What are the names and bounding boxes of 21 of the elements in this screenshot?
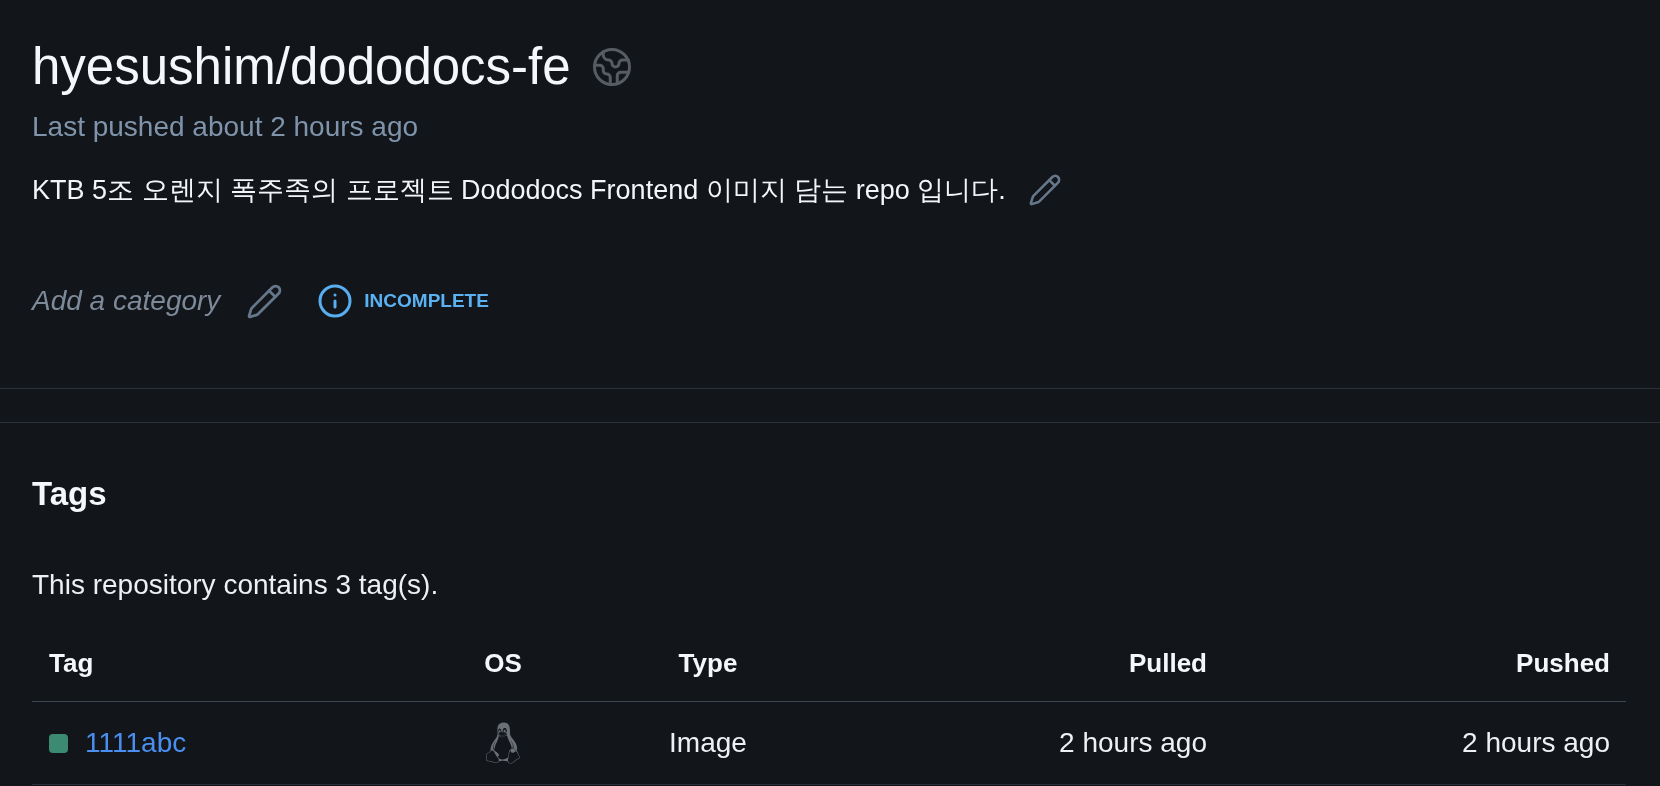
- section-title: Tags: [32, 474, 108, 514]
- pencil-icon[interactable]: [246, 282, 284, 320]
- category-prompt[interactable]: Add a category: [32, 285, 221, 317]
- penguin-icon: [485, 722, 521, 764]
- globe-icon: [590, 46, 633, 88]
- last-pushed-text: Last pushed about 2 hours ago: [32, 110, 420, 144]
- tag-link[interactable]: 1111abc: [85, 727, 187, 759]
- column-header: Pushed: [1516, 647, 1610, 679]
- column-header: Pulled: [1129, 647, 1207, 679]
- table-cell: Image: [669, 727, 747, 759]
- table-cell: 2 hours ago: [1462, 727, 1610, 759]
- repository-description: KTB 5조 오렌지 폭주족의 프로젝트 Dododocs Frontend 이미지 담는 repo 입니다.: [32, 174, 1006, 207]
- status-label: INCOMPLETE: [364, 290, 489, 312]
- info-icon: [317, 283, 354, 319]
- tags-summary: This repository contains 3 tag(s).: [32, 568, 440, 602]
- pencil-icon[interactable]: [1027, 173, 1062, 207]
- table-cell: 2 hours ago: [1059, 727, 1207, 759]
- column-header: OS: [484, 647, 522, 679]
- repository-title: hyesushim/dododocs-fe: [32, 37, 571, 97]
- column-header: Type: [678, 647, 738, 679]
- column-header: Tag: [49, 647, 94, 679]
